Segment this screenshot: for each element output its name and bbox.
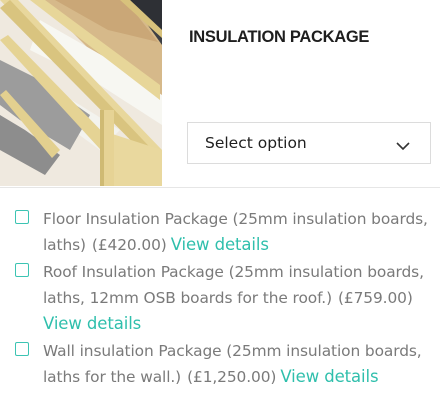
option-name: Wall insulation Package (25mm insulation… <box>43 342 422 360</box>
option-label: Floor Insulation Package (25mm insulatio… <box>43 206 440 258</box>
chevron-down-icon <box>395 137 411 156</box>
option-name-cont: laths) <box>43 236 86 254</box>
option-price: (£1,250.00) <box>187 368 277 386</box>
option-label: Roof Insulation Package (25mm insulation… <box>43 259 440 337</box>
option-price: (£759.00) <box>337 289 413 307</box>
divider <box>0 187 440 188</box>
checkbox-wall[interactable] <box>15 342 29 356</box>
roof-insulation-illustration <box>0 0 162 186</box>
option-select[interactable]: Select option <box>187 122 431 164</box>
option-price: (£420.00) <box>91 236 167 254</box>
option-name-cont: laths for the wall.) <box>43 368 182 386</box>
checkbox-roof[interactable] <box>15 263 29 277</box>
product-image <box>0 0 162 186</box>
view-details-link[interactable]: View details <box>280 367 378 386</box>
select-value: Select option <box>205 134 307 152</box>
checkbox-floor[interactable] <box>15 210 29 224</box>
product-title: INSULATION PACKAGE <box>189 28 370 46</box>
option-name-cont: laths, 12mm OSB boards for the roof.) <box>43 289 332 307</box>
view-details-link[interactable]: View details <box>171 235 269 254</box>
option-name: Roof Insulation Package (25mm insulation… <box>43 263 424 281</box>
option-label: Wall insulation Package (25mm insulation… <box>43 338 440 390</box>
option-name: Floor Insulation Package (25mm insulatio… <box>43 210 428 228</box>
view-details-link[interactable]: View details <box>43 314 141 333</box>
